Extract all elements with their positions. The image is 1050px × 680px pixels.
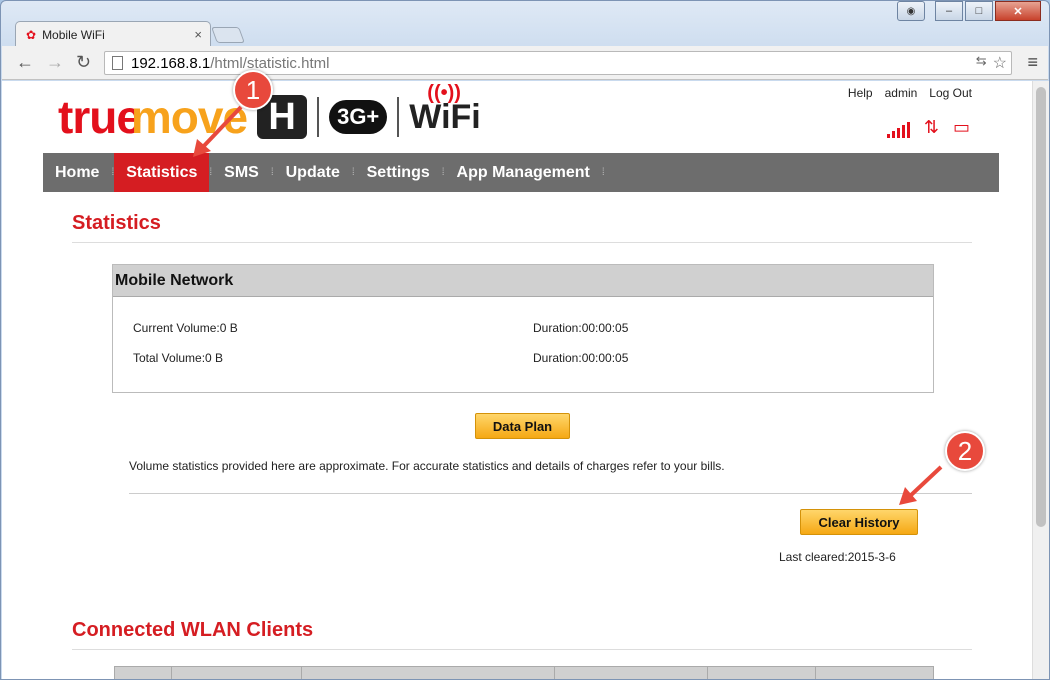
- nav-separator: ⁞: [601, 167, 605, 178]
- top-links: Help admin Log Out: [848, 86, 972, 100]
- logo-true: true: [58, 91, 142, 143]
- connected-device-icon: ▭: [952, 117, 970, 137]
- wlan-clients-heading: Connected WLAN Clients: [72, 619, 314, 641]
- divider: [72, 649, 972, 650]
- current-duration: Duration:00:00:05: [533, 321, 629, 335]
- nav-home[interactable]: Home: [43, 153, 111, 192]
- tab-title: Mobile WiFi: [42, 27, 105, 42]
- data-transfer-icon: ⇅: [923, 117, 939, 137]
- status-icons: ⇅ ▭: [886, 117, 970, 138]
- data-plan-button[interactable]: Data Plan: [475, 413, 570, 439]
- wifi-arcs-icon: ((•)): [427, 81, 461, 104]
- browser-toolbar: ← → ↻ 192.168.8.1 /html/statistic.html ⇆…: [2, 46, 1048, 80]
- divider: [72, 242, 972, 243]
- logo-wifi: ((•)) WiFi: [409, 81, 481, 136]
- scrollbar-thumb[interactable]: [1036, 87, 1046, 527]
- last-cleared: Last cleared:2015-3-6: [779, 550, 896, 564]
- page-viewport: true move H 3G+ ((•)) WiFi Help admin Lo…: [2, 81, 1032, 679]
- logo-3g: 3G+: [329, 100, 388, 134]
- address-bar[interactable]: 192.168.8.1 /html/statistic.html ⇆ ☆: [104, 51, 1012, 75]
- url-host: 192.168.8.1: [131, 54, 211, 72]
- reload-icon[interactable]: ↻: [76, 52, 91, 73]
- annotation-badge-2: 2: [945, 431, 985, 471]
- nav-settings[interactable]: Settings: [355, 153, 442, 192]
- window-controls: ◉ – □ ✕: [897, 1, 1041, 21]
- logo-divider: [397, 97, 400, 137]
- browser-tab[interactable]: ✿ Mobile WiFi ×: [15, 21, 211, 47]
- current-volume: Current Volume:0 B: [133, 321, 238, 335]
- nav-app-management[interactable]: App Management: [445, 153, 602, 192]
- browser-window: ✿ Mobile WiFi × ◉ – □ ✕ ← → ↻ 192.168.8.…: [0, 0, 1050, 680]
- annotation-arrow-2: [899, 465, 943, 505]
- user-icon[interactable]: ◉: [897, 1, 925, 21]
- help-link[interactable]: Help: [848, 86, 873, 100]
- minimize-button[interactable]: –: [935, 1, 963, 21]
- signal-strength-icon: [886, 122, 910, 138]
- total-volume: Total Volume:0 B: [133, 351, 224, 365]
- translate-icon[interactable]: ⇆: [976, 53, 987, 73]
- url-path: /html/statistic.html: [210, 54, 330, 72]
- back-icon[interactable]: ←: [16, 52, 34, 73]
- volume-note: Volume statistics provided here are appr…: [129, 459, 725, 473]
- total-duration: Duration:00:00:05: [533, 351, 629, 365]
- nav-update[interactable]: Update: [274, 153, 352, 192]
- new-tab-button[interactable]: [211, 27, 245, 43]
- forward-icon[interactable]: →: [46, 52, 64, 73]
- wlan-clients-table-header: [114, 666, 934, 679]
- page-icon: [112, 56, 123, 70]
- huawei-logo-icon: ✿: [26, 27, 37, 42]
- clear-history-button[interactable]: Clear History: [800, 509, 918, 535]
- vertical-scrollbar[interactable]: [1032, 81, 1049, 679]
- annotation-arrow-1: [193, 105, 243, 157]
- logo-divider: [317, 97, 320, 137]
- mobile-network-panel: Mobile Network Current Volume:0 B Durati…: [112, 264, 934, 393]
- panel-title: Mobile Network: [113, 265, 933, 297]
- divider: [129, 493, 972, 494]
- browser-menu-icon[interactable]: ≡: [1027, 52, 1038, 73]
- tab-close-icon[interactable]: ×: [194, 27, 202, 42]
- statistics-heading: Statistics: [72, 212, 161, 234]
- logout-link[interactable]: Log Out: [929, 86, 972, 100]
- close-window-button[interactable]: ✕: [995, 1, 1041, 21]
- bookmark-star-icon[interactable]: ☆: [993, 53, 1007, 73]
- admin-link[interactable]: admin: [885, 86, 918, 100]
- maximize-button[interactable]: □: [965, 1, 993, 21]
